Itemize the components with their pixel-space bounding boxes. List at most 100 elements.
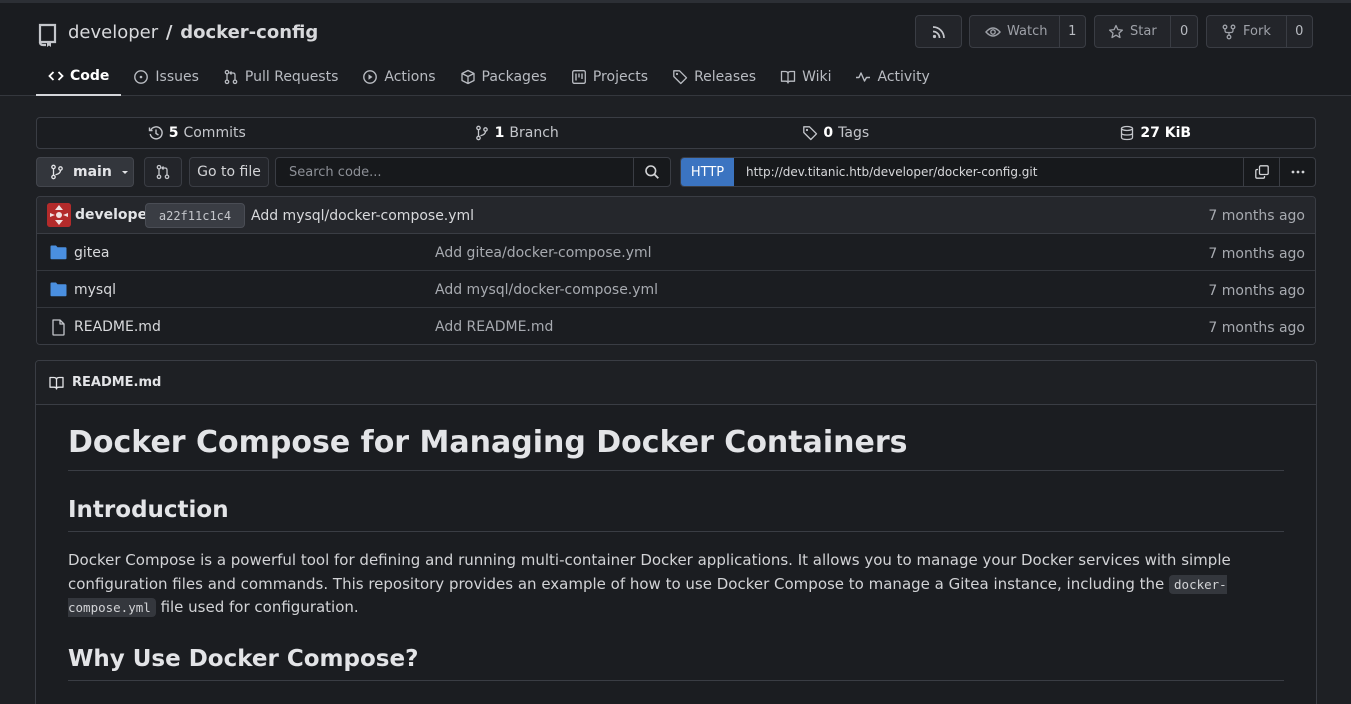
fork-label: Fork bbox=[1243, 24, 1271, 39]
go-to-file-button[interactable]: Go to file bbox=[189, 157, 269, 187]
readme-header: README.md bbox=[36, 361, 1316, 405]
search-input[interactable] bbox=[276, 158, 633, 186]
commits-count: 5 bbox=[168, 125, 179, 141]
commit-message-link[interactable]: Add mysql/docker-compose.yml bbox=[251, 208, 474, 224]
readme-content: Docker Compose for Managing Docker Conta… bbox=[36, 425, 1316, 681]
more-options-button[interactable] bbox=[1279, 158, 1315, 186]
star-button[interactable]: Star 0 bbox=[1094, 15, 1198, 48]
repo-size: 27 KiB bbox=[1140, 125, 1192, 141]
tags-stat[interactable]: 0 Tags bbox=[676, 118, 996, 148]
file-name-link[interactable]: gitea bbox=[74, 245, 109, 261]
commit-author-link[interactable]: developer bbox=[75, 207, 154, 223]
file-row[interactable]: mysql Add mysql/docker-compose.yml 7 mon… bbox=[37, 271, 1315, 308]
branch-count: 1 bbox=[494, 125, 505, 141]
tab-issues-label: Issues bbox=[155, 69, 199, 85]
file-commit-message-link[interactable]: Add mysql/docker-compose.yml bbox=[435, 282, 658, 298]
repo-tabs: Code Issues Pull Requests Actions Packag… bbox=[36, 58, 942, 96]
repo-title-separator: / bbox=[165, 22, 173, 43]
package-icon bbox=[460, 69, 475, 85]
code-search bbox=[275, 157, 671, 187]
fork-icon bbox=[1222, 24, 1236, 39]
tab-wiki[interactable]: Wiki bbox=[768, 58, 843, 96]
size-stat: 27 KiB bbox=[996, 118, 1316, 148]
intro-text-part: Docker Compose is a powerful tool for de… bbox=[68, 551, 1231, 593]
watch-label-wrap: Watch bbox=[970, 16, 1059, 47]
tab-code[interactable]: Code bbox=[36, 58, 122, 96]
avatar[interactable] bbox=[47, 203, 71, 227]
tags-count: 0 bbox=[823, 125, 834, 141]
history-icon bbox=[148, 126, 163, 140]
readme-heading-why: Why Use Docker Compose? bbox=[68, 646, 1284, 681]
tag-icon bbox=[803, 126, 818, 141]
clone-url-field[interactable]: http://dev.titanic.htb/developer/docker-… bbox=[734, 158, 1243, 186]
play-icon bbox=[363, 70, 378, 84]
file-name-link[interactable]: mysql bbox=[74, 282, 116, 298]
tab-packages[interactable]: Packages bbox=[448, 58, 559, 96]
watch-count[interactable]: 1 bbox=[1058, 16, 1085, 47]
fork-button[interactable]: Fork 0 bbox=[1206, 15, 1313, 48]
commits-label: Commits bbox=[183, 125, 246, 141]
branch-name: main bbox=[73, 164, 112, 180]
readme-panel: README.md Docker Compose for Managing Do… bbox=[35, 360, 1317, 704]
tab-releases[interactable]: Releases bbox=[660, 58, 768, 96]
repo-title: developer / docker-config bbox=[68, 22, 318, 43]
tab-pull-requests-label: Pull Requests bbox=[244, 69, 339, 85]
file-commit-time: 7 months ago bbox=[1208, 320, 1305, 336]
search-button[interactable] bbox=[633, 158, 670, 186]
tab-projects[interactable]: Projects bbox=[559, 58, 660, 96]
branch-stat[interactable]: 1 Branch bbox=[357, 118, 677, 148]
file-row[interactable]: gitea Add gitea/docker-compose.yml 7 mon… bbox=[37, 234, 1315, 271]
fork-count[interactable]: 0 bbox=[1285, 16, 1312, 47]
tags-label: Tags bbox=[838, 125, 870, 141]
watch-label: Watch bbox=[1007, 24, 1048, 39]
tab-actions[interactable]: Actions bbox=[350, 58, 447, 96]
tab-packages-label: Packages bbox=[481, 69, 547, 85]
book-icon bbox=[49, 376, 64, 390]
file-commit-time: 7 months ago bbox=[1208, 246, 1305, 262]
repo-owner-link[interactable]: developer bbox=[68, 22, 158, 43]
search-icon bbox=[645, 165, 659, 179]
file-row[interactable]: README.md Add README.md 7 months ago bbox=[37, 308, 1315, 344]
code-icon bbox=[48, 71, 64, 81]
tag-icon bbox=[673, 70, 688, 85]
tab-issues[interactable]: Issues bbox=[121, 58, 211, 96]
tab-activity-label: Activity bbox=[877, 69, 930, 85]
issue-icon bbox=[134, 70, 149, 84]
file-commit-message-link[interactable]: Add README.md bbox=[435, 319, 553, 335]
commits-stat[interactable]: 5 Commits bbox=[37, 118, 357, 148]
clone-url-box: HTTP http://dev.titanic.htb/developer/do… bbox=[680, 157, 1316, 187]
star-count[interactable]: 0 bbox=[1170, 16, 1197, 47]
clone-protocol-button[interactable]: HTTP bbox=[681, 158, 734, 186]
fork-label-wrap: Fork bbox=[1207, 16, 1286, 47]
compare-button[interactable] bbox=[144, 157, 182, 187]
tab-wiki-label: Wiki bbox=[802, 69, 832, 85]
identicon-icon bbox=[47, 203, 71, 227]
copy-url-button[interactable] bbox=[1243, 158, 1279, 186]
file-commit-message-link[interactable]: Add gitea/docker-compose.yml bbox=[435, 245, 652, 261]
copy-icon bbox=[1254, 165, 1269, 179]
readme-filename[interactable]: README.md bbox=[72, 375, 161, 390]
readme-intro-paragraph: Docker Compose is a powerful tool for de… bbox=[68, 549, 1284, 620]
tab-pull-requests[interactable]: Pull Requests bbox=[211, 58, 350, 96]
readme-title: Docker Compose for Managing Docker Conta… bbox=[68, 425, 1284, 471]
tab-projects-label: Projects bbox=[592, 69, 649, 85]
watch-button[interactable]: Watch 1 bbox=[969, 15, 1086, 48]
caret-down-icon bbox=[121, 171, 128, 174]
commit-sha-link[interactable]: a22f11c1c4 bbox=[145, 203, 245, 228]
rss-button[interactable] bbox=[915, 15, 962, 48]
star-icon bbox=[1108, 24, 1124, 38]
tab-releases-label: Releases bbox=[694, 69, 757, 85]
branch-icon bbox=[475, 125, 488, 141]
branch-selector[interactable]: main bbox=[36, 157, 134, 187]
file-name-link[interactable]: README.md bbox=[74, 319, 161, 335]
tab-activity[interactable]: Activity bbox=[843, 58, 941, 96]
book-icon bbox=[780, 70, 796, 84]
file-list: developer a22f11c1c4 Add mysql/docker-co… bbox=[36, 196, 1316, 345]
branch-icon bbox=[51, 164, 63, 180]
readme-heading-introduction: Introduction bbox=[68, 497, 1284, 532]
tab-actions-label: Actions bbox=[384, 69, 436, 85]
pulse-icon bbox=[856, 72, 871, 82]
database-icon bbox=[1121, 125, 1134, 141]
repo-icon bbox=[38, 23, 57, 47]
repo-name-link[interactable]: docker-config bbox=[180, 22, 318, 43]
